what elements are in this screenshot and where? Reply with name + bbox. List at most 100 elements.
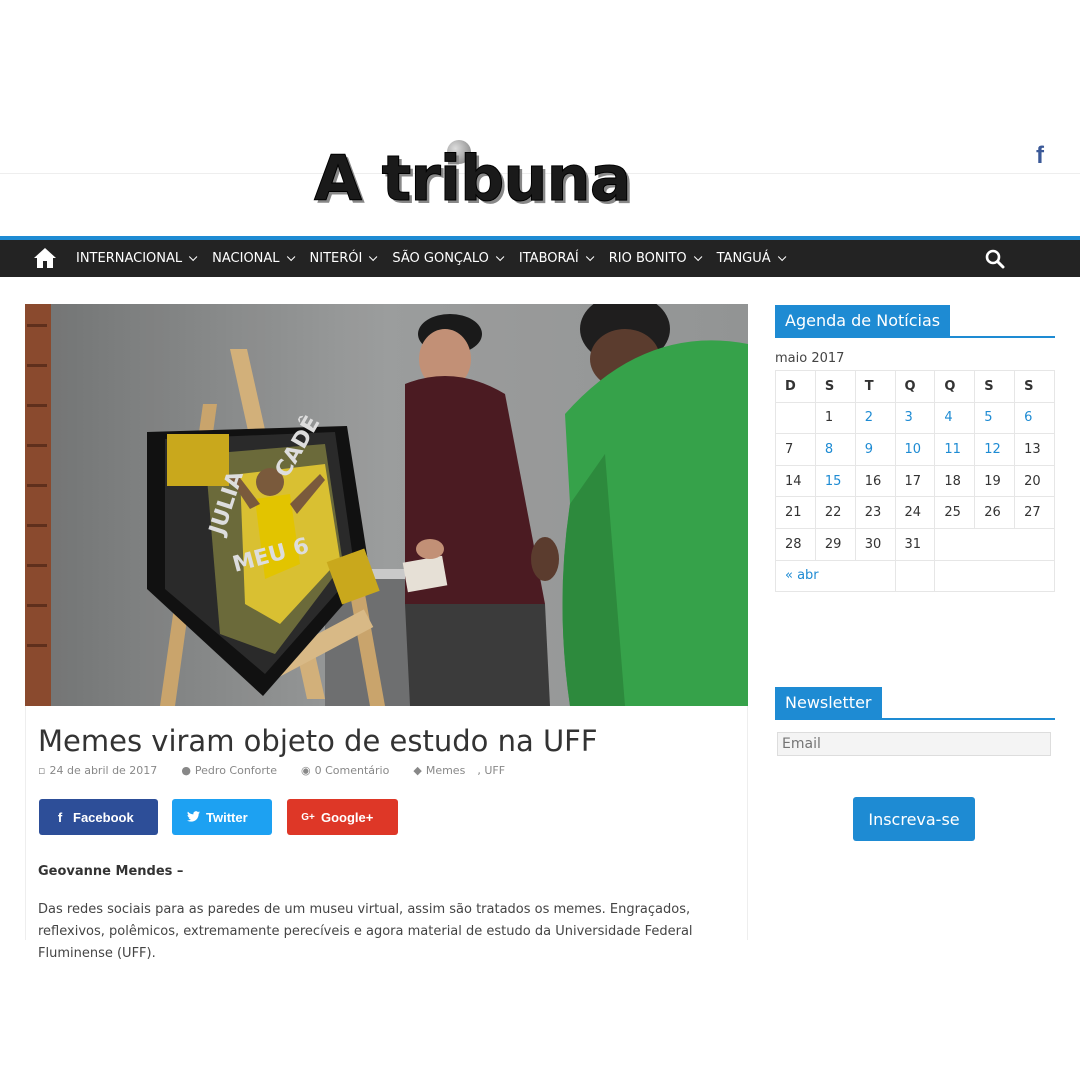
nav-item[interactable]: RIO BONITO (608, 251, 702, 266)
nav-item[interactable]: ITABORAÍ (518, 251, 595, 266)
calendar-day: 30 (854, 527, 896, 561)
subscribe-button[interactable]: Inscreva-se (853, 797, 975, 841)
share-google-button[interactable]: G+ Google+ (287, 799, 398, 835)
calendar-day-link[interactable]: 15 (814, 464, 856, 498)
nav-item-label: SÃO GONÇALO (392, 251, 489, 266)
facebook-icon: f (57, 809, 63, 825)
twitter-icon (180, 810, 206, 825)
nav-item[interactable]: NITERÓI (309, 251, 378, 266)
calendar-day: 31 (894, 527, 936, 561)
calendar-icon: ▫ (38, 764, 46, 777)
nav-item[interactable]: TANGUÁ (716, 251, 787, 266)
newsletter-widget-title: Newsletter (775, 687, 882, 718)
share-twitter-label: Twitter (206, 809, 248, 825)
chevron-down-icon (693, 252, 702, 261)
agenda-widget-title: Agenda de Notícias (775, 305, 951, 336)
weekday-header: Q (894, 370, 936, 403)
share-facebook-label: Facebook (73, 809, 134, 825)
calendar-day: 20 (1014, 464, 1055, 498)
calendar-day: 18 (934, 464, 976, 498)
calendar-day-link[interactable]: 12 (974, 433, 1016, 466)
weekday-header: T (854, 370, 896, 403)
calendar-caption: maio 2017 (775, 351, 845, 366)
calendar-day: 16 (854, 464, 896, 498)
agenda-widget-header: Agenda de Notícias (775, 305, 1055, 338)
calendar-day: 28 (775, 527, 816, 561)
weekday-header: S (814, 370, 856, 403)
calendar-day: 7 (775, 433, 816, 466)
calendar-day-link[interactable]: 2 (854, 401, 896, 435)
email-field[interactable] (777, 732, 1051, 756)
meta-comments-text: 0 Comentário (314, 764, 390, 777)
calendar-day: 29 (814, 527, 856, 561)
calendar-empty (934, 559, 1055, 593)
nav-item[interactable]: NACIONAL (212, 251, 295, 266)
chevron-down-icon (585, 252, 595, 261)
article-body: Das redes sociais para as paredes de um … (38, 902, 693, 961)
nav-item[interactable]: INTERNACIONAL (76, 251, 198, 266)
comment-icon: ◉ (301, 764, 311, 777)
calendar-day: 24 (894, 496, 936, 529)
calendar-day: 13 (1014, 433, 1055, 466)
featured-image[interactable]: JULIA CADÊ MEU 6 (25, 304, 748, 706)
chevron-down-icon (777, 252, 787, 261)
home-icon[interactable] (33, 247, 57, 269)
calendar-day: 14 (775, 464, 816, 498)
calendar-day-link[interactable]: 9 (854, 433, 896, 466)
meta-date-text: 24 de abril de 2017 (49, 764, 158, 777)
calendar-day: 23 (854, 496, 896, 529)
article-meta: ▫ 24 de abril de 2017 ● Pedro Conforte ◉ 0 … (38, 764, 529, 777)
calendar-day: 22 (814, 496, 856, 529)
nav-item[interactable]: SÃO GONÇALO (392, 251, 505, 266)
newsletter-widget-header: Newsletter (775, 687, 1055, 720)
tag-link[interactable]: Memes (426, 764, 465, 777)
calendar-empty (894, 559, 936, 593)
weekday-header: Q (934, 370, 976, 403)
calendar: D S T Q Q S S 1 2 3 4 5 6 7 8 9 10 11 12… (775, 370, 1055, 593)
nav-menu: INTERNACIONAL NACIONAL NITERÓI SÃO GONÇALO I… (76, 240, 801, 277)
tag-link[interactable]: UFF (484, 764, 505, 777)
share-google-label: Google+ (321, 809, 374, 825)
nav-item-label: NITERÓI (309, 251, 363, 266)
calendar-day-link[interactable]: 11 (934, 433, 976, 466)
nav-item-label: INTERNACIONAL (76, 251, 183, 266)
weekday-header: S (1014, 370, 1055, 403)
weekday-header: D (775, 370, 816, 403)
chevron-down-icon (286, 252, 295, 261)
share-twitter-button[interactable]: Twitter (172, 799, 272, 835)
calendar-day-link[interactable]: 8 (814, 433, 856, 466)
google-plus-icon: G+ (301, 811, 315, 823)
calendar-day-link[interactable]: 6 (1014, 401, 1055, 435)
calendar-empty (775, 401, 816, 435)
calendar-day-link[interactable]: 4 (934, 401, 976, 435)
meta-author[interactable]: ● Pedro Conforte (181, 764, 289, 777)
calendar-day-link[interactable]: 3 (894, 401, 936, 435)
user-icon: ● (181, 764, 191, 777)
calendar-day-link[interactable]: 10 (894, 433, 936, 466)
main-nav: INTERNACIONAL NACIONAL NITERÓI SÃO GONÇALO I… (0, 236, 1080, 277)
calendar-day: 17 (894, 464, 936, 498)
nav-item-label: RIO BONITO (608, 251, 687, 266)
logo-text: A tribuna (314, 142, 633, 216)
site-logo[interactable]: A tribuna (314, 138, 678, 216)
search-icon[interactable] (985, 249, 1005, 269)
facebook-icon[interactable]: f (1030, 144, 1050, 168)
meta-comments[interactable]: ◉ 0 Comentário (301, 764, 401, 777)
nav-item-label: ITABORAÍ (518, 251, 579, 266)
chevron-down-icon (495, 252, 505, 261)
nav-item-label: TANGUÁ (716, 251, 771, 266)
calendar-day: 26 (974, 496, 1016, 529)
calendar-prev-link[interactable]: « abr (775, 559, 896, 593)
meta-tags: ◆ Memes, UFF (413, 764, 506, 777)
tag-icon: ◆ (413, 764, 422, 777)
calendar-day: 27 (1014, 496, 1055, 529)
article-title[interactable]: Memes viram objeto de estudo na UFF (38, 724, 598, 758)
article-byline: Geovanne Mendes – (38, 864, 184, 879)
calendar-day: 25 (934, 496, 976, 529)
share-facebook-button[interactable]: f Facebook (39, 799, 158, 835)
calendar-day: 19 (974, 464, 1016, 498)
calendar-day: 21 (775, 496, 816, 529)
weekday-header: S (974, 370, 1016, 403)
calendar-day-link[interactable]: 5 (974, 401, 1016, 435)
meta-date[interactable]: ▫ 24 de abril de 2017 (38, 764, 169, 777)
